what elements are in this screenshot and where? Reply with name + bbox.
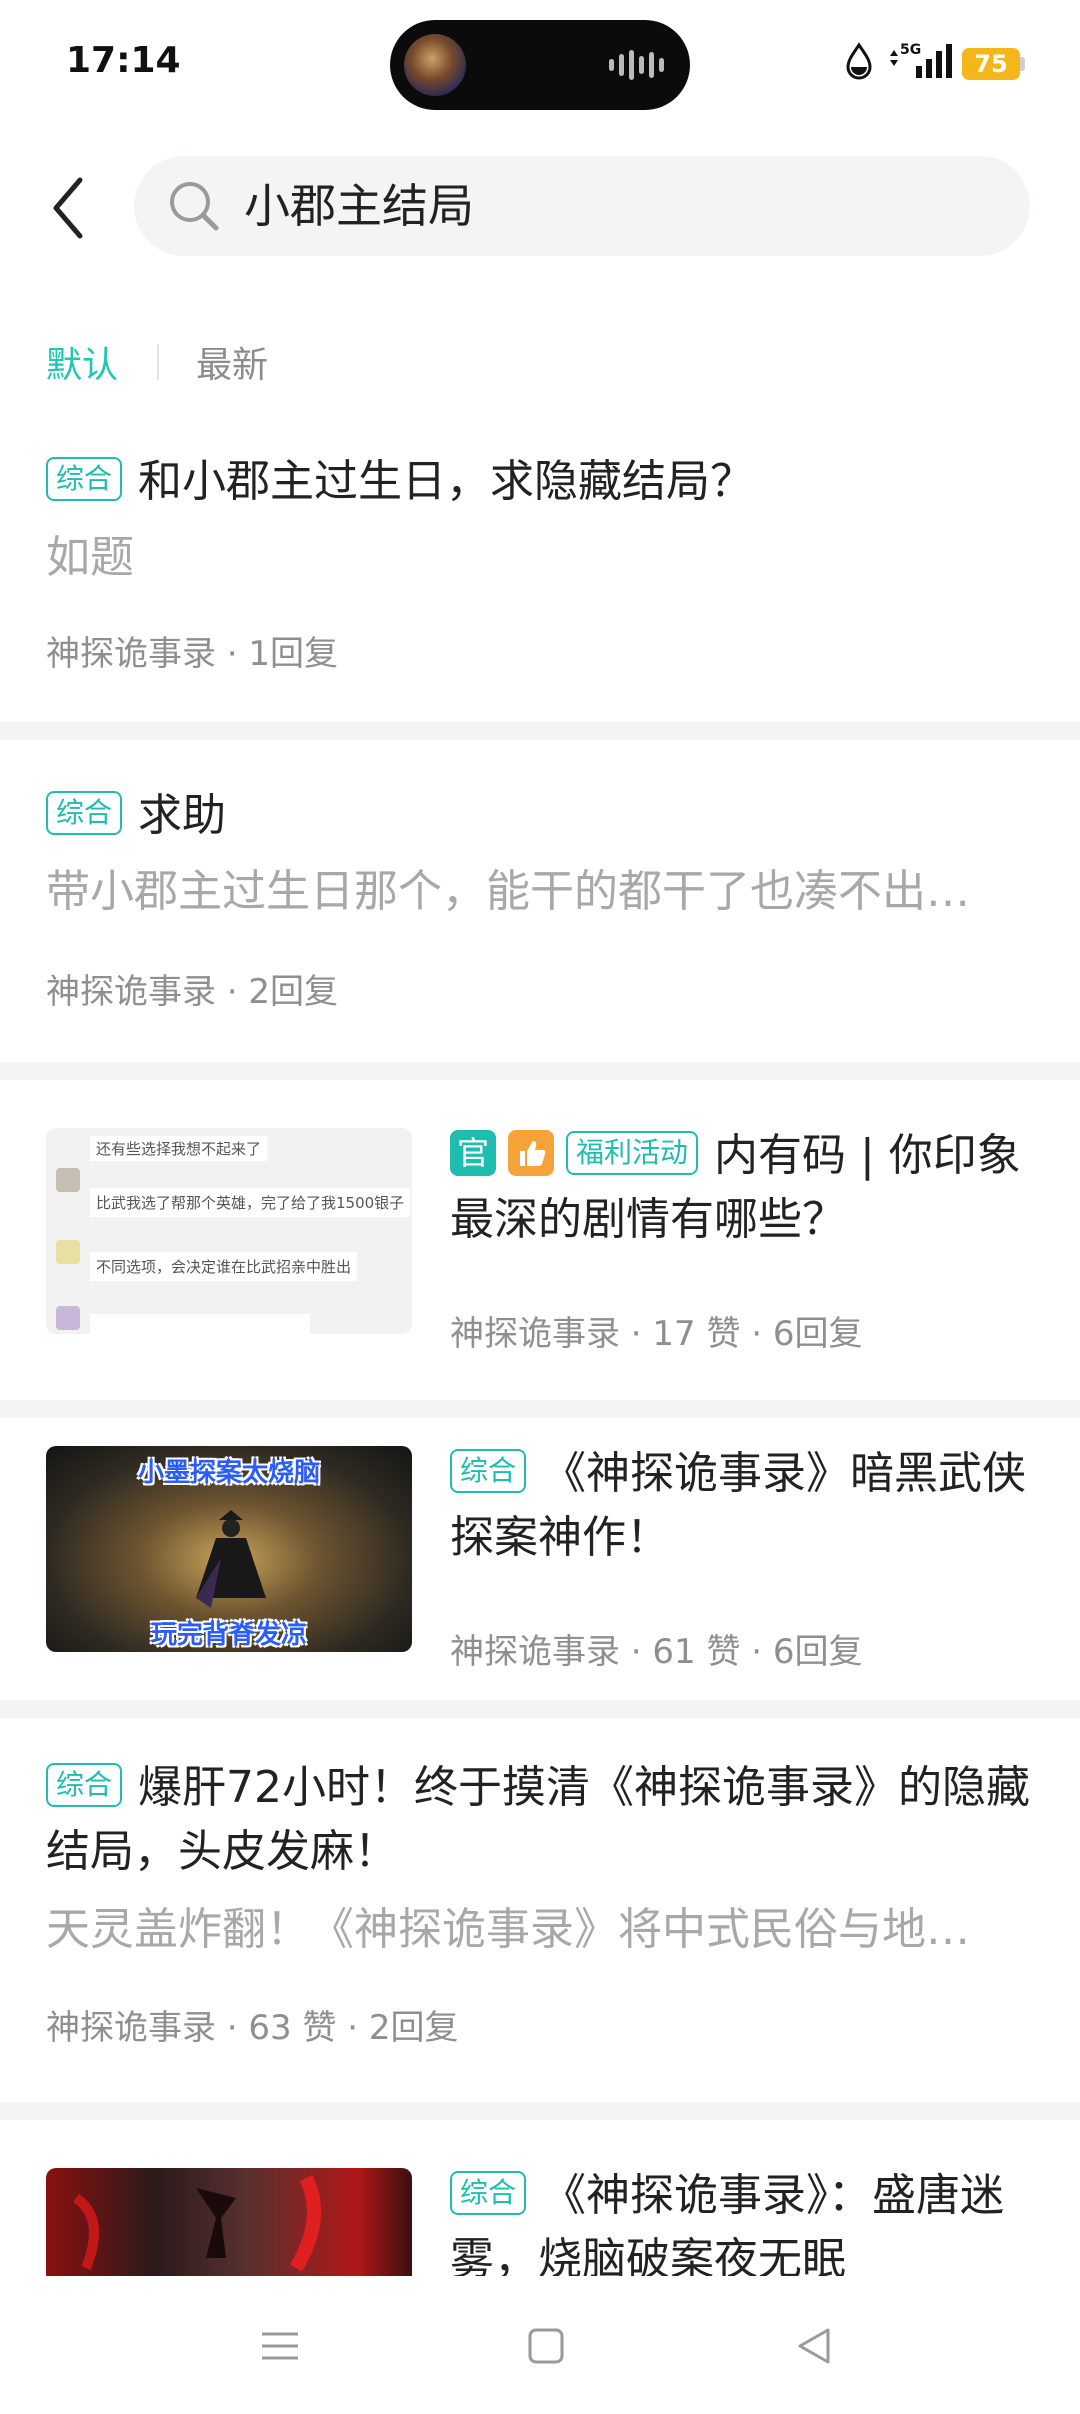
post-meta: 神探诡事录 · 2回复 [46,972,339,1012]
post-thumbnail: 还有些选择我想不起来了 比武我选了帮那个英雄，完了给了我1500银子 不同选项，… [46,1128,412,1334]
divider [0,722,1080,740]
back-triangle-icon[interactable] [784,2316,844,2376]
post-title-row: 综合 《神探诡事录》暗黑武侠探案神作！ [450,1442,1040,1570]
post-tag: 福利活动 [566,1131,699,1175]
system-nav-bar [0,2276,1080,2414]
post-title: 《神探诡事录》暗黑武侠探案神作！ [450,1448,1027,1563]
menu-icon[interactable] [250,2316,310,2376]
post-title: 《神探诡事录》：盛唐迷雾，烧脑破案夜无眠 [450,2170,1005,2276]
thumb-caption-bottom: 玩完背脊发凉 [150,1620,307,1650]
post-tag: 综合 [46,1763,123,1807]
post-title-row: 官福利活动 内有码 | 你印象最深的剧情有哪些？ [450,1124,1040,1252]
media-avatar [404,34,466,96]
post-title: 求助 [138,790,227,841]
post-item[interactable]: 小墨探案太烧脑 玩完背脊发凉 综合 《神探诡事录》暗黑武侠探案神作！ 神探诡事录 … [0,1418,1080,1698]
post-title-row: 综合 求助 [46,784,1036,848]
battery-level: 75 [974,50,1008,78]
post-tag: 综合 [450,1449,527,1493]
battery-tip [1020,57,1025,71]
divider [0,1400,1080,1418]
tab-divider [157,344,159,380]
tab-default[interactable]: 默认 [46,336,118,388]
post-title-row: 综合 和小郡主过生日，求隐藏结局？ [46,450,1036,514]
data-saver-icon [846,42,872,80]
post-tag: 综合 [46,457,123,501]
thumbs-up-icon [508,1130,554,1176]
post-title-row: 综合 《神探诡事录》：盛唐迷雾，烧脑破案夜无眠 [450,2164,1040,2276]
post-item[interactable]: 综合 和小郡主过生日，求隐藏结局？ 如题 神探诡事录 · 1回复 [0,430,1080,720]
post-item[interactable]: 还有些选择我想不起来了 比武我选了帮那个英雄，完了给了我1500银子 不同选项，… [0,1080,1080,1398]
thumb-avatar [56,1168,80,1192]
post-title: 爆肝72小时！终于摸清《神探诡事录》的隐藏结局，头皮发麻！ [46,1762,1031,1877]
detective-figure [196,1510,266,1608]
post-meta: 神探诡事录 · 1回复 [46,634,339,674]
divider [0,1062,1080,1080]
home-square-icon[interactable] [516,2316,576,2376]
search-query: 小郡主结局 [244,179,474,233]
thumb-bubble [90,1314,310,1334]
thumb-avatar [56,1240,80,1264]
status-bar: 17:14 5G 75 [0,0,1080,130]
status-time: 17:14 [66,40,181,81]
post-thumbnail: 小墨探案太烧脑 玩完背脊发凉 [46,1446,412,1652]
dynamic-island[interactable] [390,20,690,110]
post-meta: 神探诡事录 · 63 赞 · 2回复 [46,2008,459,2048]
divider [0,2102,1080,2120]
thumb-avatar [56,1306,80,1330]
signal-icon [890,44,952,78]
post-excerpt: 带小郡主过生日那个，能干的都干了也凑不出… [46,866,970,917]
post-meta: 神探诡事录 · 61 赞 · 6回复 [450,1632,863,1672]
back-button[interactable] [40,168,100,248]
post-excerpt: 如题 [46,532,134,583]
post-item[interactable]: 综合 求助 带小郡主过生日那个，能干的都干了也凑不出… 神探诡事录 · 2回复 [0,740,1080,1060]
post-meta: 神探诡事录 · 17 赞 · 6回复 [450,1314,863,1354]
post-title: 和小郡主过生日，求隐藏结局？ [138,456,755,507]
post-item[interactable]: 综合 爆肝72小时！终于摸清《神探诡事录》的隐藏结局，头皮发麻！ 天灵盖炸翻！《神… [0,1718,1080,2098]
thumb-text: 不同选项，会决定谁在比武招亲中胜出 [90,1252,358,1281]
divider [0,1700,1080,1718]
audio-wave-icon [609,50,664,80]
post-item[interactable]: 综合 《神探诡事录》：盛唐迷雾，烧脑破案夜无眠 [0,2120,1080,2276]
thumb-caption-top: 小墨探案太烧脑 [137,1458,320,1488]
post-title-row: 综合 爆肝72小时！终于摸清《神探诡事录》的隐藏结局，头皮发麻！ [46,1756,1036,1884]
search-icon [170,182,219,231]
post-thumbnail [46,2168,412,2276]
search-input[interactable]: 小郡主结局 [134,156,1030,256]
official-badge: 官 [450,1130,496,1176]
tab-latest[interactable]: 最新 [196,336,268,388]
thumb-text: 还有些选择我想不起来了 [90,1136,268,1161]
post-tag: 综合 [450,2171,527,2215]
thumb-text: 比武我选了帮那个英雄，完了给了我1500银子 [90,1188,411,1217]
post-tag: 综合 [46,791,123,835]
battle-scene-image [72,2174,321,2272]
post-excerpt: 天灵盖炸翻！《神探诡事录》将中式民俗与地… [46,1904,970,1955]
